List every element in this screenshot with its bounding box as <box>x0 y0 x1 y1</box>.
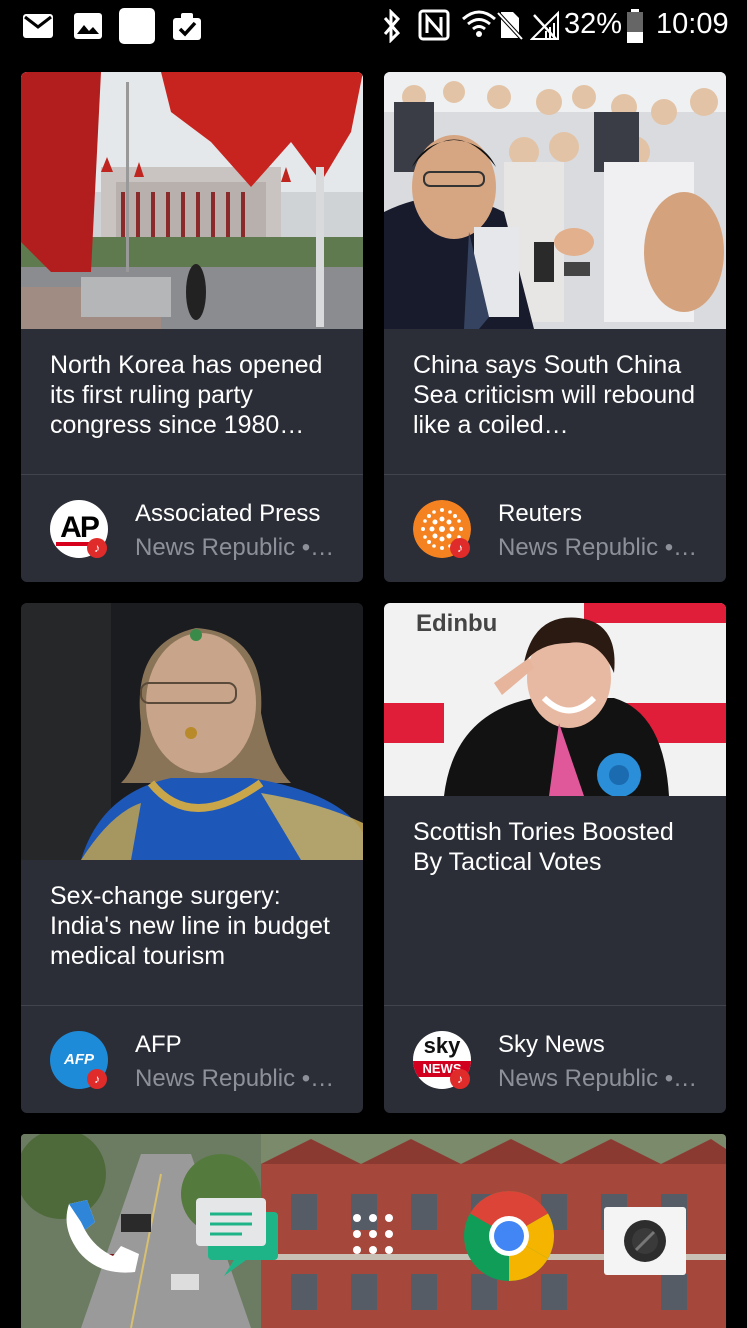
battery-icon <box>627 9 643 43</box>
nfc-icon <box>418 9 450 41</box>
news-headline: China says South China Sea criticism wil… <box>413 351 696 439</box>
news-republic-badge-icon: ♪ <box>450 538 470 558</box>
messages-icon[interactable] <box>194 1194 284 1280</box>
news-card[interactable]: Sex-change surgery: India's new line in … <box>21 603 363 1113</box>
image-icon <box>74 13 102 39</box>
news-headline: Sex-change surgery: India's new line in … <box>50 882 330 970</box>
news-republic-badge-icon: ♪ <box>450 1069 470 1089</box>
phone-icon[interactable] <box>59 1196 141 1278</box>
sky-logo-text: sky <box>423 1033 461 1058</box>
afp-logo-text: AFP <box>64 1051 94 1068</box>
no-signal-icon <box>530 10 559 40</box>
app-name: News Republic •… <box>498 1065 698 1092</box>
app-name: News Republic •… <box>498 534 698 561</box>
news-image <box>21 603 363 860</box>
news-republic-badge-icon: ♪ <box>87 538 107 558</box>
mail-icon <box>23 14 53 38</box>
source-name: Reuters <box>498 500 583 527</box>
news-image <box>21 72 363 329</box>
no-sim-icon <box>497 11 523 41</box>
app-name: News Republic •… <box>135 534 335 561</box>
home-dock <box>21 1134 726 1328</box>
news-card[interactable]: North Korea has opened its first ruling … <box>21 72 363 582</box>
blank-square-icon <box>119 8 155 44</box>
app-drawer-icon[interactable] <box>351 1212 395 1256</box>
wifi-icon <box>462 10 496 37</box>
news-headline: Scottish Tories Boosted By Tactical Vote… <box>413 818 674 876</box>
card-divider <box>384 474 726 475</box>
news-republic-badge-icon: ♪ <box>87 1069 107 1089</box>
source-name: AFP <box>135 1031 182 1058</box>
card-divider <box>21 474 363 475</box>
camera-icon[interactable] <box>603 1206 687 1276</box>
source-name: Associated Press <box>135 500 321 527</box>
clipboard-check-icon <box>173 13 201 40</box>
card-divider <box>21 1005 363 1006</box>
bluetooth-icon <box>383 9 401 43</box>
news-card[interactable]: China says South China Sea criticism wil… <box>384 72 726 582</box>
clock: 10:09 <box>656 8 729 40</box>
image-sign-text: Edinbu <box>416 610 497 637</box>
chrome-icon[interactable] <box>463 1190 555 1282</box>
source-name: Sky News <box>498 1031 605 1058</box>
status-bar: 32% 10:09 <box>0 0 747 54</box>
card-divider <box>384 1005 726 1006</box>
news-headline: North Korea has opened its first ruling … <box>50 351 323 439</box>
news-image: Edinbu <box>384 603 726 796</box>
app-name: News Republic •… <box>135 1065 335 1092</box>
news-image <box>384 72 726 329</box>
battery-percent: 32% <box>564 8 623 40</box>
news-card[interactable]: Edinbu Scottish Tories Boosted By Tactic… <box>384 603 726 1113</box>
